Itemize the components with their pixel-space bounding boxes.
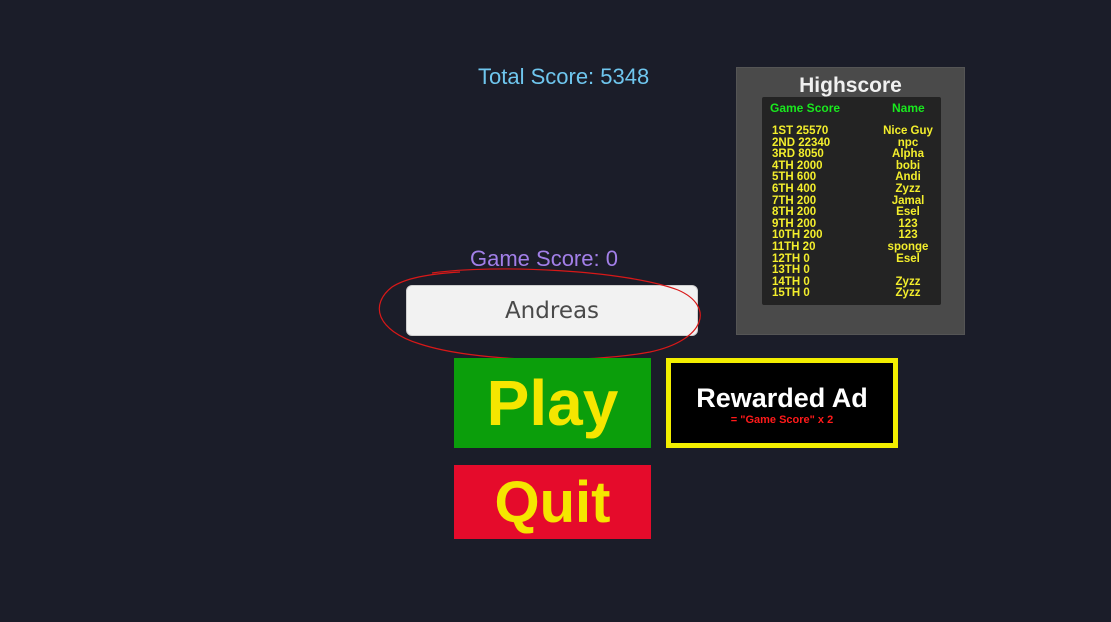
highscore-name: Esel xyxy=(896,252,920,265)
column-header-game-score: Game Score xyxy=(770,101,841,115)
column-header-name: Name xyxy=(892,101,925,115)
highscore-name: Zyzz xyxy=(895,182,921,195)
highscore-rank: 15TH 0 xyxy=(772,287,810,300)
highscore-rank: 6TH 400 xyxy=(772,182,817,195)
total-score-value: 5348 xyxy=(600,64,650,89)
total-score-label: Total Score: xyxy=(478,64,595,89)
highscore-rank: 13TH 0 xyxy=(772,264,810,277)
highscore-rank: 1ST 25570 xyxy=(772,125,829,137)
quit-button-label: Quit xyxy=(494,469,611,535)
highscore-name: Esel xyxy=(896,206,920,219)
highscore-row: 1ST 25570 Nice Guy xyxy=(762,125,941,138)
highscore-rank: 8TH 200 xyxy=(772,206,817,219)
total-score: Total Score: 5348 xyxy=(478,64,649,90)
highscore-rank: 11TH 20 xyxy=(772,240,816,253)
rewarded-ad-button[interactable]: Rewarded Ad = "Game Score" x 2 xyxy=(666,358,898,448)
play-button[interactable]: Play xyxy=(454,358,651,448)
highscore-title: Highscore xyxy=(799,74,902,97)
highscore-row: 8TH 200 Esel xyxy=(762,207,941,219)
highscore-name: Zyzz xyxy=(895,287,921,300)
player-name-input[interactable] xyxy=(406,285,698,336)
rewarded-ad-subtitle: = "Game Score" x 2 xyxy=(730,414,834,426)
rewarded-ad-title: Rewarded Ad xyxy=(696,383,868,413)
highscore-row: 13TH 0 xyxy=(762,265,941,277)
highscore-name: sponge xyxy=(887,240,929,253)
highscore-row: 15TH 0 Zyzz xyxy=(762,288,941,300)
play-button-label: Play xyxy=(486,367,619,439)
highscore-table: Game Score Name 1ST 25570 Nice Guy 2ND 22… xyxy=(762,97,941,305)
game-score: Game Score: 0 xyxy=(470,246,618,272)
highscore-row: 11TH 20 sponge xyxy=(762,240,941,254)
highscore-panel: Highscore Game Score Name 1ST 25570 Nice … xyxy=(736,67,965,335)
highscore-name: Nice Guy xyxy=(883,125,933,137)
game-score-value: 0 xyxy=(605,246,618,271)
game-score-label: Game Score: xyxy=(470,246,600,271)
highscore-row: 6TH 400 Zyzz xyxy=(762,182,941,196)
highscore-rows: 1ST 25570 Nice Guy 2ND 22340 npc 3RD 8050 A… xyxy=(762,125,941,300)
quit-button[interactable]: Quit xyxy=(454,465,651,539)
